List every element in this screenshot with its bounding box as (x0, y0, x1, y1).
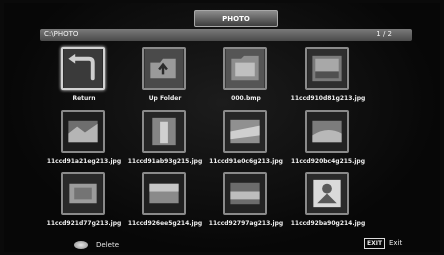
image-thumbnail (305, 172, 349, 215)
delete-button[interactable]: Delete (96, 241, 119, 249)
image-thumbnail (61, 172, 105, 215)
image-thumbnail (223, 47, 267, 90)
grid-item-label: 11ccd92ba90g214.jpg (290, 220, 366, 227)
image-thumbnail (61, 110, 105, 153)
grid-item-file[interactable]: 11ccd92ba90g214.jpg (278, 172, 378, 234)
grid-item-file[interactable]: 11ccd920bc4g215.jpg (278, 110, 378, 172)
return-icon (61, 47, 105, 90)
delete-key-icon (74, 241, 88, 249)
image-thumbnail (223, 172, 267, 215)
up-folder-icon (142, 47, 186, 90)
image-thumbnail (305, 47, 349, 90)
image-thumbnail (223, 110, 267, 153)
current-path: C:\PHOTO (44, 30, 79, 38)
grid-item-label: 11ccd920bc4g215.jpg (290, 158, 366, 165)
page-indicator: 1 / 2 (376, 30, 392, 38)
grid-item-label: 11ccd910d81g213.jpg (290, 95, 366, 102)
image-thumbnail (305, 110, 349, 153)
image-thumbnail (142, 110, 186, 153)
path-bar: C:\PHOTO 1 / 2 (40, 29, 412, 41)
exit-button[interactable]: Exit (389, 239, 402, 247)
exit-key-icon: EXIT (364, 238, 386, 249)
page-title: PHOTO (194, 10, 278, 27)
image-thumbnail (142, 172, 186, 215)
grid-item-file[interactable]: 11ccd910d81g213.jpg (278, 47, 378, 109)
photo-browser-screen: PHOTO C:\PHOTO 1 / 2 Return Up Folder 00… (4, 3, 440, 252)
